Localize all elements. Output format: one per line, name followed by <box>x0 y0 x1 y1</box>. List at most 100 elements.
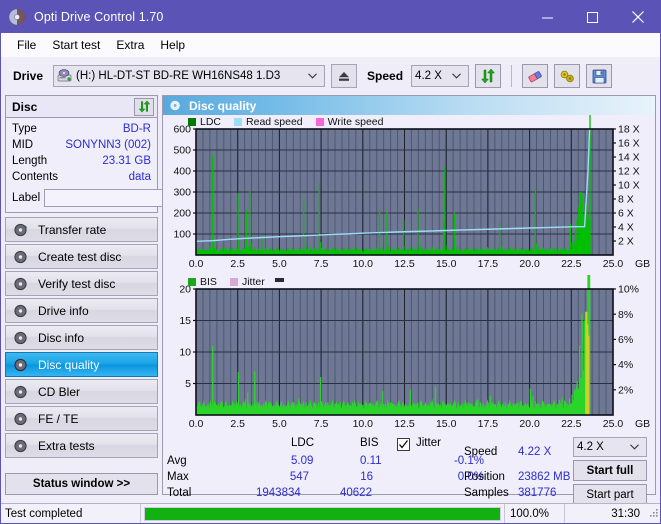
disc-row-value: BD-R <box>122 123 151 135</box>
close-button[interactable] <box>615 1 660 33</box>
jitter-checkbox[interactable] <box>397 438 410 451</box>
sidebar-item-create-test-disc[interactable]: Create test disc <box>5 244 158 269</box>
svg-text:2.5: 2.5 <box>230 418 245 430</box>
main-body: Disc Type BD-R MID SONYNN3 (002) Length … <box>1 95 660 505</box>
drive-label: Drive <box>13 69 44 83</box>
status-text: Test completed <box>1 503 141 523</box>
disc-icon <box>13 222 29 238</box>
svg-text:8%: 8% <box>618 309 633 321</box>
result-speed-select[interactable]: 4.2 X <box>573 437 647 457</box>
svg-text:22.5: 22.5 <box>561 418 582 430</box>
start-full-button[interactable]: Start full <box>573 460 647 481</box>
speed-select[interactable]: 4.2 X <box>411 65 470 87</box>
status-window-button[interactable]: Status window >> <box>5 473 158 495</box>
menu-bar: File Start test Extra Help <box>1 33 660 57</box>
sidebar-item-label: CD Bler <box>38 384 81 399</box>
sidebar-item-fe-te[interactable]: FE / TE <box>5 406 158 431</box>
svg-text:2%: 2% <box>618 384 633 396</box>
stats-ldc-avg: 5.09 <box>291 455 314 467</box>
menu-item-file[interactable]: File <box>9 36 44 54</box>
drive-select[interactable]: (H:) HL-DT-ST BD-RE WH16NS48 1.D3 <box>53 65 326 87</box>
menu-item-extra[interactable]: Extra <box>108 36 152 54</box>
progress-bar <box>141 504 504 524</box>
svg-text:8 X: 8 X <box>618 194 634 206</box>
chart1-legend: LDC Read speed Write speed <box>188 116 384 128</box>
sidebar-item-drive-info[interactable]: Drive info <box>5 298 158 323</box>
svg-text:10%: 10% <box>618 284 639 296</box>
legend-label-jitter: Jitter <box>241 276 265 288</box>
svg-text:22.5: 22.5 <box>561 258 582 270</box>
speed-label: Speed <box>367 69 404 83</box>
disc-icon <box>13 357 29 373</box>
legend-swatch-read-speed <box>234 118 243 126</box>
content-title: Disc quality <box>189 98 257 113</box>
sidebar-item-disc-info[interactable]: Disc info <box>5 325 158 350</box>
svg-text:2.5: 2.5 <box>230 258 245 270</box>
sidebar-item-label: Create test disc <box>38 249 122 264</box>
stats-ldc-total: 1943834 <box>256 487 301 499</box>
stats-row-total: Total <box>167 487 192 499</box>
svg-text:20.0: 20.0 <box>519 418 540 430</box>
maximize-button[interactable] <box>570 1 615 33</box>
sidebar: Disc Type BD-R MID SONYNN3 (002) Length … <box>5 95 249 495</box>
elapsed-time: 31:30 <box>564 503 646 523</box>
app-disc-icon <box>8 8 26 26</box>
svg-text:25.0: 25.0 <box>603 418 624 430</box>
svg-text:4 X: 4 X <box>618 222 634 234</box>
eject-button[interactable] <box>331 64 358 88</box>
save-button[interactable] <box>586 64 613 88</box>
check-icon <box>399 440 408 449</box>
stats-row-max: Max <box>167 471 189 483</box>
disc-row-key: Type <box>12 123 37 135</box>
disc-row-contents: Contents data <box>12 169 151 185</box>
svg-text:GB: GB <box>635 258 650 270</box>
drive-value: (H:) HL-DT-ST BD-RE WH16NS48 1.D3 <box>76 70 281 82</box>
resize-grip-icon[interactable] <box>646 504 660 524</box>
sidebar-item-disc-quality[interactable]: Disc quality <box>5 352 158 377</box>
svg-text:200: 200 <box>173 208 191 220</box>
svg-text:5.0: 5.0 <box>272 418 287 430</box>
menu-item-help[interactable]: Help <box>152 36 193 54</box>
svg-text:7.5: 7.5 <box>314 258 329 270</box>
sidebar-item-label: Disc quality <box>38 357 100 372</box>
refresh-button[interactable] <box>475 64 502 88</box>
stats-position-label: Position <box>464 471 505 483</box>
svg-text:10.0: 10.0 <box>353 258 374 270</box>
stats-samples-value: 381776 <box>518 487 557 499</box>
menu-item-start-test[interactable]: Start test <box>44 36 108 54</box>
svg-text:100: 100 <box>173 229 191 241</box>
start-part-button[interactable]: Start part <box>573 484 647 505</box>
stats-bis-total: 40622 <box>340 487 372 499</box>
legend-label-write-speed: Write speed <box>327 116 384 128</box>
disc-row-key: Length <box>12 155 48 167</box>
drive-toolbar: Drive (H:) HL-DT-ST BD-RE WH16NS48 1.D3 <box>1 57 660 95</box>
sidebar-item-label: Drive info <box>38 303 89 318</box>
minimize-button[interactable] <box>525 1 570 33</box>
sidebar-item-verify-test-disc[interactable]: Verify test disc <box>5 271 158 296</box>
disc-row-mid: MID SONYNN3 (002) <box>12 137 151 153</box>
stats-ldc-max: 547 <box>289 471 309 483</box>
stats-bis-max: 16 <box>360 471 373 483</box>
drive-icon <box>57 69 72 83</box>
sidebar-item-label: Extra tests <box>38 438 95 453</box>
settings-button[interactable] <box>554 64 581 88</box>
legend-swatch-ldc <box>188 118 196 126</box>
chevron-down-icon <box>303 73 322 79</box>
sidebar-item-label: Transfer rate <box>38 222 107 237</box>
svg-text:6%: 6% <box>618 334 633 346</box>
svg-text:18 X: 18 X <box>618 124 640 136</box>
chevron-down-icon <box>625 444 644 450</box>
disc-refresh-button[interactable] <box>134 97 154 116</box>
svg-text:15: 15 <box>179 315 191 327</box>
content-header: Disc quality <box>163 96 655 115</box>
disc-icon <box>169 99 182 112</box>
title-bar: Opti Drive Control 1.70 <box>1 1 660 33</box>
svg-text:20.0: 20.0 <box>519 258 540 270</box>
erase-button[interactable] <box>522 64 549 88</box>
disc-row-length: Length 23.31 GB <box>12 153 151 169</box>
sidebar-item-cd-bler[interactable]: CD Bler <box>5 379 158 404</box>
sidebar-item-extra-tests[interactable]: Extra tests <box>5 433 158 458</box>
svg-text:15.0: 15.0 <box>436 418 457 430</box>
sidebar-item-transfer-rate[interactable]: Transfer rate <box>5 217 158 242</box>
